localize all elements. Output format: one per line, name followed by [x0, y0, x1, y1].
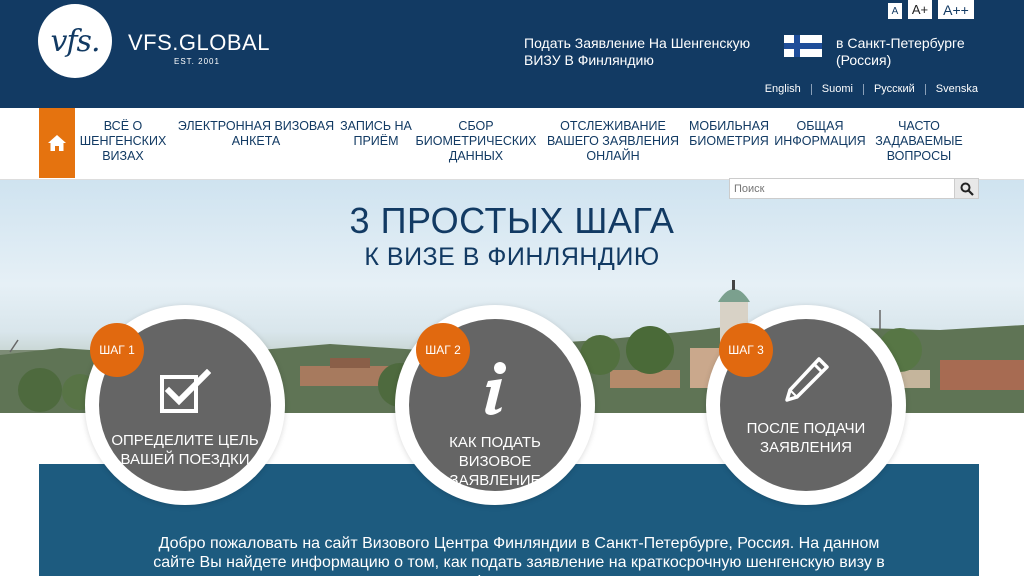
font-size-xlarge-button[interactable]: A++ — [938, 0, 974, 19]
nav-item-schengen-visas[interactable]: Всё о шенгенских визах — [78, 119, 168, 164]
site-header: vfs. VFS.GLOBAL EST. 2001 A A+ A++ Подат… — [0, 0, 1024, 108]
lang-svenska-link[interactable]: Svenska — [926, 83, 978, 95]
step-3-card[interactable]: После подачи заявления ШАГ 3 — [706, 305, 906, 505]
hero-subtitle: К ВИЗЕ В ФИНЛЯНДИЮ — [364, 243, 660, 271]
main-nav: Всё о шенгенских визах Электронная визов… — [0, 108, 1024, 180]
logo-mark: vfs. — [50, 23, 101, 59]
vfs-logo[interactable]: vfs. — [38, 4, 112, 78]
home-button[interactable] — [39, 108, 75, 178]
lang-russian-link[interactable]: Русский — [864, 83, 925, 95]
nav-item-biometrics[interactable]: Сбор биометрических данных — [412, 119, 540, 164]
nav-item-general-info[interactable]: Общая информация — [772, 119, 868, 149]
search-box — [729, 178, 979, 199]
font-size-controls: A A+ A++ — [888, 0, 974, 19]
step-2-card[interactable]: Как подать визовое заявление ШАГ 2 — [395, 305, 595, 505]
nav-item-faq[interactable]: Часто задаваемые вопросы — [866, 119, 972, 164]
lang-suomi-link[interactable]: Suomi — [812, 83, 863, 95]
checkbox-icon — [99, 369, 271, 415]
nav-item-online-form[interactable]: Электронная визовая анкета — [170, 119, 342, 149]
nav-item-mobile-biometrics[interactable]: Мобильная биометрия — [684, 119, 774, 149]
search-icon — [960, 182, 974, 196]
step-3-badge: ШАГ 3 — [719, 323, 773, 377]
apply-heading: Подать Заявление На Шенгенскую ВИЗУ В Фи… — [524, 35, 751, 68]
logo-text[interactable]: VFS.GLOBAL — [128, 30, 270, 56]
font-size-normal-button[interactable]: A — [888, 3, 902, 19]
finland-flag-icon — [784, 35, 822, 57]
step-2-label: Как подать визовое заявление — [449, 434, 541, 489]
search-input[interactable] — [730, 179, 954, 198]
step-1-badge: ШАГ 1 — [90, 323, 144, 377]
logo-est: EST. 2001 — [174, 57, 220, 66]
step-2-badge: ШАГ 2 — [416, 323, 470, 377]
step-1-card[interactable]: Определите цель вашей поездки ШАГ 1 — [85, 305, 285, 505]
welcome-text: Добро пожаловать на сайт Визового Центра… — [153, 535, 885, 576]
language-switcher: English Suomi Русский Svenska — [755, 83, 978, 95]
nav-item-appointment[interactable]: Запись на приём — [340, 119, 412, 149]
lang-english-link[interactable]: English — [755, 83, 811, 95]
step-3-label: После подачи заявления — [746, 420, 866, 456]
step-1-label: Определите цель вашей поездки — [111, 432, 259, 468]
nav-item-tracking[interactable]: Отслеживание вашего заявления онлайн — [542, 119, 684, 164]
city-text: в Санкт-Петербурге (Россия) — [836, 35, 965, 68]
hero-title: 3 ПРОСТЫХ ШАГА — [349, 200, 675, 241]
search-button[interactable] — [954, 179, 978, 198]
font-size-large-button[interactable]: A+ — [908, 0, 932, 19]
home-icon — [48, 135, 66, 151]
